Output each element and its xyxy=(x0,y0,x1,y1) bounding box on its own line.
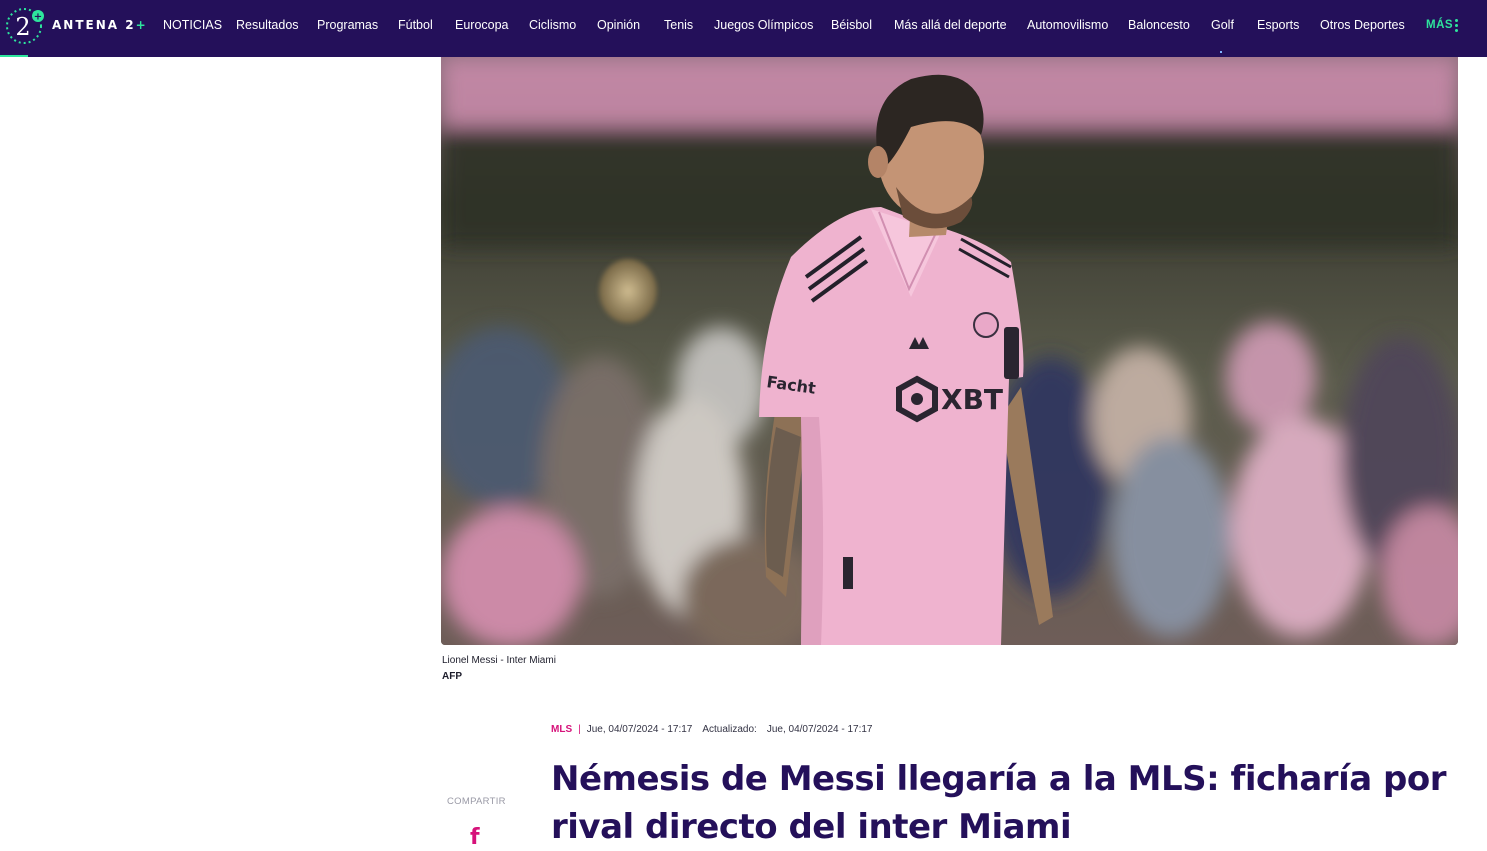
svg-text:+: + xyxy=(34,12,42,23)
logo-numeral: 2 xyxy=(15,13,30,41)
article-hero-image: XBT Facht xyxy=(441,57,1458,645)
article-headline: Némesis de Messi llegaría a la MLS: fich… xyxy=(551,759,1446,847)
image-caption: Lionel Messi - Inter Miami xyxy=(442,655,556,666)
brand-name-text: ANTENA 2 xyxy=(52,18,136,32)
updated-label: Actualizado: xyxy=(702,724,757,735)
facebook-icon[interactable]: f xyxy=(470,826,480,850)
nav-otros-deportes[interactable]: Otros Deportes xyxy=(1320,17,1405,33)
nav-golf[interactable]: Golf xyxy=(1211,17,1234,33)
brand-name[interactable]: ANTENA 2+ xyxy=(52,17,148,33)
image-credit: AFP xyxy=(442,671,462,682)
nav-programas[interactable]: Programas xyxy=(317,17,378,33)
nav-beisbol[interactable]: Béisbol xyxy=(831,17,872,33)
nav-futbol[interactable]: Fútbol xyxy=(398,17,433,33)
nav-scroll-indicator xyxy=(1220,51,1222,53)
nav-resultados[interactable]: Resultados xyxy=(236,17,299,33)
nav-juegos-olimpicos[interactable]: Juegos Olímpicos xyxy=(714,17,813,33)
more-vertical-icon[interactable] xyxy=(1454,19,1460,33)
nav-noticias[interactable]: NOTICIAS xyxy=(163,17,222,33)
nav-tenis[interactable]: Tenis xyxy=(664,17,693,33)
active-indicator xyxy=(0,55,28,57)
nav-opinion[interactable]: Opinión xyxy=(597,17,640,33)
brand-plus: + xyxy=(135,18,148,32)
nav-mas-alla-del-deporte[interactable]: Más allá del deporte xyxy=(894,17,1007,33)
nav-esports[interactable]: Esports xyxy=(1257,17,1299,33)
published-date: Jue, 04/07/2024 - 17:17 xyxy=(586,724,693,735)
nav-automovilismo[interactable]: Automovilismo xyxy=(1027,17,1108,33)
share-label: COMPARTIR xyxy=(447,796,506,807)
nav-baloncesto[interactable]: Baloncesto xyxy=(1128,17,1190,33)
nav-more-button[interactable]: MÁS xyxy=(1426,19,1453,31)
category-link[interactable]: MLS xyxy=(551,724,572,735)
meta-separator: | xyxy=(578,724,581,735)
antena2-logo[interactable]: + 2 xyxy=(4,6,48,50)
jersey-logo-text: XBT xyxy=(941,383,1003,416)
nav-eurocopa[interactable]: Eurocopa xyxy=(455,17,509,33)
hero-photo: XBT Facht xyxy=(441,57,1458,645)
article-meta: MLS | Jue, 04/07/2024 - 17:17 Actualizado: J… xyxy=(551,723,872,737)
nav-ciclismo[interactable]: Ciclismo xyxy=(529,17,576,33)
updated-date: Jue, 04/07/2024 - 17:17 xyxy=(766,724,873,735)
top-navigation-bar: + 2 ANTENA 2+ NOTICIAS Resultados Progra… xyxy=(0,0,1487,57)
